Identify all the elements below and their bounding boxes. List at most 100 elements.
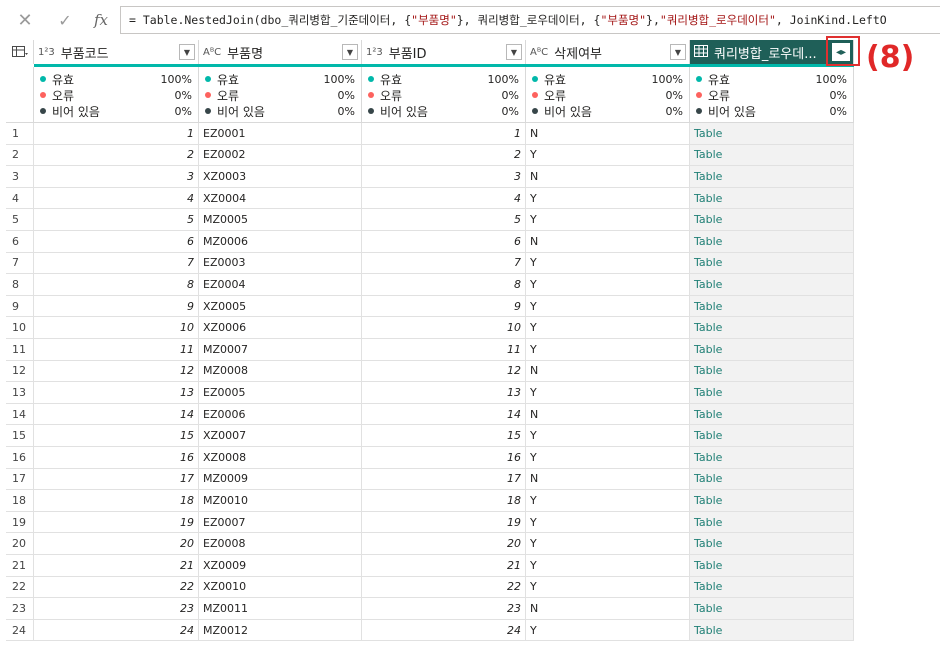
- table-cell: 2: [362, 144, 526, 167]
- type-icon[interactable]: AᴮC: [530, 47, 548, 58]
- formula-part: "부품명": [600, 13, 647, 27]
- table-link[interactable]: Table: [690, 360, 854, 383]
- table-cell: 17: [362, 468, 526, 491]
- column-quality: 유효 100% 오류 0% 비어 있음 0%: [690, 67, 854, 123]
- table-cell: Y: [526, 425, 690, 447]
- quality-pct: 100%: [323, 72, 355, 86]
- status-dot-icon: [532, 92, 538, 98]
- highlight-box: [826, 36, 860, 66]
- table-cell: 19: [34, 511, 199, 534]
- table-cell: MZ0009: [199, 468, 362, 491]
- table-link[interactable]: Table: [690, 576, 854, 599]
- row-index: 11: [6, 339, 34, 361]
- chevron-down-icon[interactable]: ▼: [670, 44, 686, 60]
- table-link[interactable]: Table: [690, 619, 854, 642]
- row-index: 15: [6, 425, 34, 447]
- table-cell: 15: [34, 425, 199, 447]
- table-cell: EZ0007: [199, 511, 362, 534]
- table-cell: 13: [34, 382, 199, 404]
- table-cell: EZ0005: [199, 382, 362, 404]
- row-index: 20: [6, 533, 34, 555]
- table-link[interactable]: Table: [690, 598, 854, 620]
- column-header-2[interactable]: 1²3 부품ID ▼: [362, 40, 526, 64]
- quality-line: 유효 100%: [40, 71, 192, 87]
- type-icon[interactable]: 1²3: [366, 47, 383, 58]
- table-cell: 17: [34, 468, 199, 491]
- table-cell: 2: [34, 144, 199, 167]
- table-link[interactable]: Table: [690, 166, 854, 188]
- quality-pct: 0%: [665, 88, 683, 102]
- table-type-icon[interactable]: [694, 44, 708, 60]
- table-link[interactable]: Table: [690, 274, 854, 296]
- table-link[interactable]: Table: [690, 468, 854, 491]
- quality-corner: [6, 67, 34, 123]
- checkmark-icon[interactable]: ✓: [48, 6, 82, 34]
- column-header-0[interactable]: 1²3 부품코드 ▼: [34, 40, 199, 64]
- table-link[interactable]: Table: [690, 123, 854, 145]
- table-link[interactable]: Table: [690, 295, 854, 318]
- table-cell: 22: [34, 576, 199, 599]
- quality-line: 유효 100%: [205, 71, 355, 87]
- formula-part: "쿼리병합_로우데이터": [659, 13, 776, 27]
- table-cell: 15: [362, 425, 526, 447]
- table-cell: Y: [526, 490, 690, 512]
- table-cell: EZ0001: [199, 123, 362, 145]
- table-link[interactable]: Table: [690, 511, 854, 534]
- column-quality: 유효 100% 오류 0% 비어 있음 0%: [362, 67, 526, 123]
- quality-label: 비어 있음: [696, 103, 756, 120]
- table-link[interactable]: Table: [690, 382, 854, 404]
- table-link[interactable]: Table: [690, 447, 854, 469]
- row-index: 10: [6, 317, 34, 339]
- table-link[interactable]: Table: [690, 231, 854, 253]
- chevron-down-icon[interactable]: ▼: [179, 44, 195, 60]
- table-cell: 16: [362, 447, 526, 469]
- chevron-down-icon[interactable]: ▼: [506, 44, 522, 60]
- quality-pct: 0%: [829, 104, 847, 118]
- column-header-3[interactable]: AᴮC 삭제여부 ▼: [526, 40, 690, 64]
- table-link[interactable]: Table: [690, 209, 854, 231]
- table-link[interactable]: Table: [690, 187, 854, 210]
- formula-input[interactable]: = Table.NestedJoin(dbo_쿼리병합_기준데이터, {"부품명…: [120, 6, 940, 34]
- table-cell: EZ0008: [199, 533, 362, 555]
- type-icon[interactable]: AᴮC: [203, 47, 221, 58]
- quality-label: 비어 있음: [532, 103, 592, 120]
- table-link[interactable]: Table: [690, 490, 854, 512]
- table-link[interactable]: Table: [690, 425, 854, 447]
- table-menu-icon[interactable]: [6, 40, 34, 64]
- quality-label: 비어 있음: [205, 103, 265, 120]
- table-cell: XZ0008: [199, 447, 362, 469]
- table-cell: 21: [362, 555, 526, 577]
- fx-icon[interactable]: fx: [84, 6, 118, 34]
- table-cell: 5: [34, 209, 199, 231]
- table-link[interactable]: Table: [690, 252, 854, 275]
- quality-label-text: 오류: [708, 88, 731, 103]
- table-cell: EZ0002: [199, 144, 362, 167]
- table-cell: 4: [34, 187, 199, 210]
- table-cell: 24: [34, 619, 199, 642]
- table-cell: Y: [526, 576, 690, 599]
- quality-label: 유효: [205, 71, 239, 88]
- quality-label: 비어 있음: [40, 103, 100, 120]
- quality-line: 비어 있음 0%: [532, 103, 683, 119]
- table-link[interactable]: Table: [690, 403, 854, 426]
- quality-pct: 0%: [337, 88, 355, 102]
- table-cell: EZ0003: [199, 252, 362, 275]
- type-icon[interactable]: 1²3: [38, 47, 55, 58]
- table-cell: 3: [34, 166, 199, 188]
- row-index: 8: [6, 274, 34, 296]
- table-link[interactable]: Table: [690, 555, 854, 577]
- quality-label-text: 오류: [52, 88, 75, 103]
- column-header-1[interactable]: AᴮC 부품명 ▼: [199, 40, 362, 64]
- formula-part: = Table.NestedJoin(dbo_쿼리병합_기준데이터, {: [129, 13, 412, 27]
- status-dot-icon: [368, 76, 374, 82]
- column-name: 쿼리병합_로우데...: [714, 46, 817, 62]
- table-link[interactable]: Table: [690, 144, 854, 167]
- chevron-down-icon[interactable]: ▼: [342, 44, 358, 60]
- quality-label: 오류: [40, 87, 74, 104]
- formula-part: "부품명": [411, 13, 457, 27]
- row-index: 6: [6, 231, 34, 253]
- table-link[interactable]: Table: [690, 317, 854, 339]
- cancel-icon[interactable]: ✕: [8, 6, 42, 34]
- table-link[interactable]: Table: [690, 339, 854, 361]
- table-link[interactable]: Table: [690, 533, 854, 555]
